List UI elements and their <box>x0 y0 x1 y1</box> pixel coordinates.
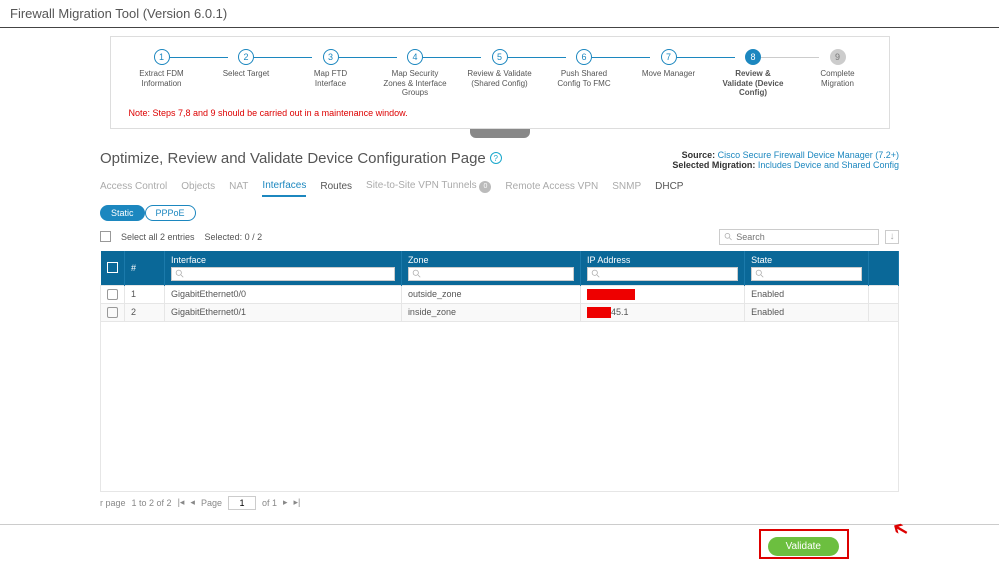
row-checkbox[interactable] <box>107 307 118 318</box>
pager-prev-icon[interactable]: ◂ <box>190 497 195 508</box>
tab-snmp[interactable]: SNMP <box>612 181 641 196</box>
row-checkbox[interactable] <box>107 289 118 300</box>
table-row[interactable]: 1 GigabitEthernet0/0 outside_zone . Enab… <box>101 285 899 303</box>
stepper-container: 1Extract FDM Information 2Select Target 3M… <box>0 36 999 129</box>
tab-routes[interactable]: Routes <box>320 181 352 196</box>
pager-first-icon[interactable]: |◂ <box>178 497 185 508</box>
select-all-label: Select all 2 entries <box>121 232 195 242</box>
main-tabs: Access Control Objects NAT Interfaces Routes… <box>100 180 899 197</box>
tab-objects[interactable]: Objects <box>181 181 215 196</box>
tab-remote-access-vpn[interactable]: Remote Access VPN <box>505 181 598 196</box>
step-5[interactable]: 5Review & Validate (Shared Config) <box>467 49 533 88</box>
table-empty-area <box>100 322 899 492</box>
tab-nat[interactable]: NAT <box>229 181 248 196</box>
sub-tabs: StaticPPPoE <box>100 205 899 221</box>
table-row[interactable]: 2 GigabitEthernet0/1 inside_zone .45.1 E… <box>101 303 899 321</box>
col-num: # <box>125 251 165 286</box>
search-icon <box>724 232 732 241</box>
pager: r page 1 to 2 of 2 |◂ ◂ Page of 1 ▸ ▸| <box>100 492 899 514</box>
search-input[interactable] <box>736 232 874 242</box>
step-3[interactable]: 3Map FTD Interface <box>298 49 364 88</box>
filter-zone[interactable] <box>408 267 574 281</box>
filter-ip[interactable] <box>587 267 738 281</box>
step-2[interactable]: 2Select Target <box>213 49 279 79</box>
source-link[interactable]: Cisco Secure Firewall Device Manager (7.… <box>718 150 899 160</box>
redacted-ip: . <box>587 289 635 300</box>
help-icon[interactable]: ? <box>490 152 502 164</box>
col-zone: Zone <box>401 251 580 286</box>
tab-site-to-site-vpn-tunnels[interactable]: Site-to-Site VPN Tunnels 0 <box>366 180 491 197</box>
col-ip: IP Address <box>580 251 744 286</box>
selected-count: Selected: 0 / 2 <box>205 232 263 242</box>
redacted-ip: . <box>587 307 611 318</box>
tab-interfaces[interactable]: Interfaces <box>262 180 306 197</box>
select-all-checkbox[interactable] <box>100 231 111 242</box>
migration-stepper: 1Extract FDM Information 2Select Target 3M… <box>110 36 890 129</box>
tab-access-control[interactable]: Access Control <box>100 181 167 196</box>
search-box[interactable] <box>719 229 879 245</box>
filter-state[interactable] <box>751 267 862 281</box>
maintenance-note: Note: Steps 7,8 and 9 should be carried … <box>129 108 871 118</box>
filter-interface[interactable] <box>171 267 395 281</box>
col-state: State <box>745 251 869 286</box>
step-1[interactable]: 1Extract FDM Information <box>129 49 195 88</box>
app-header: Firewall Migration Tool (Version 6.0.1) <box>0 0 999 28</box>
page-title: Optimize, Review and Validate Device Con… <box>100 150 502 167</box>
pager-next-icon[interactable]: ▸ <box>283 497 288 508</box>
annotation-arrow-icon: ➔ <box>887 514 914 544</box>
tab-dhcp[interactable]: DHCP <box>655 181 683 196</box>
interfaces-table: # Interface Zone IP Address State 1 Giga… <box>100 251 899 322</box>
validate-button[interactable]: Validate <box>768 537 839 556</box>
col-interface: Interface <box>165 251 402 286</box>
pager-page-input[interactable] <box>228 496 256 510</box>
subtab-pppoe[interactable]: PPPoE <box>145 205 196 221</box>
collapse-handle[interactable] <box>470 128 530 138</box>
pager-last-icon[interactable]: ▸| <box>294 497 301 508</box>
header-checkbox[interactable] <box>107 262 118 273</box>
meta-info: Source: Cisco Secure Firewall Device Man… <box>672 150 899 170</box>
subtab-static[interactable]: Static <box>100 205 145 221</box>
step-6[interactable]: 6Push Shared Config To FMC <box>551 49 617 88</box>
migration-link[interactable]: Includes Device and Shared Config <box>758 160 899 170</box>
step-9[interactable]: 9Complete Migration <box>805 49 871 88</box>
download-icon[interactable]: ↓ <box>885 230 899 244</box>
app-title: Firewall Migration Tool (Version 6.0.1) <box>10 6 227 21</box>
step-7[interactable]: 7Move Manager <box>636 49 702 79</box>
